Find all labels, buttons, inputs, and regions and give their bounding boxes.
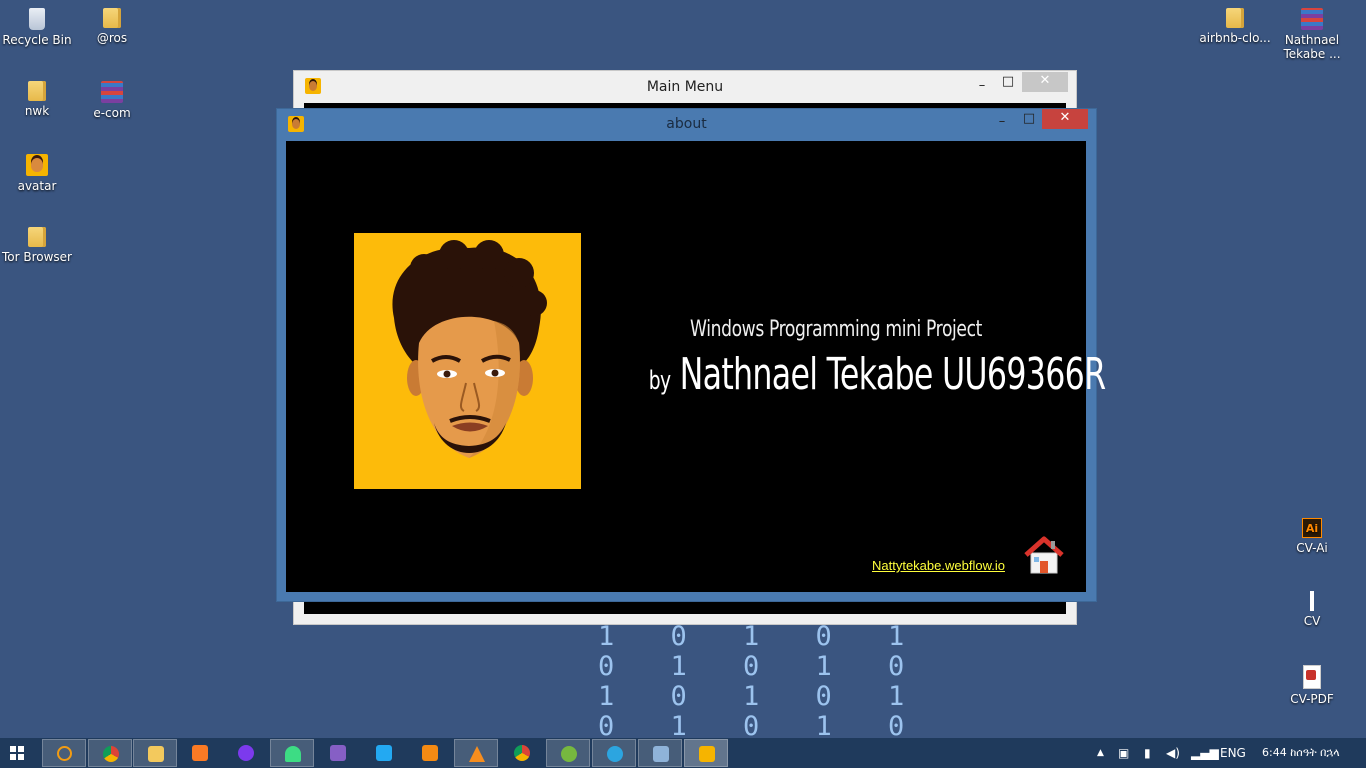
file-explorer-icon <box>148 746 164 762</box>
taskbar-visual-studio-icon[interactable] <box>316 739 360 767</box>
utorrent-icon <box>561 746 577 762</box>
vlc-icon <box>469 746 485 762</box>
desktop-icon-label: nwk <box>24 104 50 118</box>
desktop-icon-e-com[interactable]: e-com <box>76 81 148 120</box>
wallpaper-binary-pattern: 1 0 1 0 10 1 0 1 01 0 1 0 10 1 0 1 0 <box>598 621 925 742</box>
desktop-icon-tor-browser[interactable]: Tor Browser <box>1 227 73 264</box>
desktop-icon-label: Nathnael Tekabe ... <box>1283 33 1341 61</box>
signal-icon[interactable]: ▂▄▆ <box>1191 738 1219 768</box>
recycle-bin-icon <box>29 8 45 30</box>
main-menu-titlebar[interactable]: Main Menu – □ ✕ <box>294 71 1076 103</box>
about-content: Windows Programming mini Project by Nath… <box>286 141 1106 592</box>
desktop-icon-label: CV-Ai <box>1296 541 1328 555</box>
desktop-icon-label: @ros <box>96 31 128 45</box>
folder-icon <box>28 81 46 101</box>
volume-icon[interactable]: ◀) <box>1166 738 1180 768</box>
desktop-icon-cv[interactable]: CV <box>1276 591 1348 628</box>
maximize-button[interactable]: □ <box>994 73 1022 93</box>
taskbar-github-desktop-icon[interactable] <box>224 739 268 767</box>
avatar-app-icon <box>699 746 715 762</box>
taskbar-search-icon[interactable] <box>42 739 86 767</box>
taskbar-sublime-text-icon[interactable] <box>408 739 452 767</box>
sublime-text-icon <box>422 745 438 761</box>
desktop-icon-airbnb[interactable]: airbnb-clo... <box>1199 8 1271 45</box>
android-studio-icon <box>285 746 301 762</box>
author-portrait-illustration <box>354 233 581 489</box>
desktop-icon-recycle-bin[interactable]: Recycle Bin <box>1 8 73 47</box>
folder-icon <box>28 227 46 247</box>
maximize-button[interactable]: □ <box>1015 110 1043 130</box>
document-icon <box>1310 591 1314 611</box>
taskbar-vlc-icon[interactable] <box>454 739 498 767</box>
taskbar-android-studio-icon[interactable] <box>270 739 314 767</box>
taskbar-remote-desktop-icon[interactable] <box>638 739 682 767</box>
vscode-icon <box>376 745 392 761</box>
close-button[interactable]: ✕ <box>1042 109 1088 129</box>
app-avatar-icon <box>305 78 321 94</box>
taskbar: ▲ ▣ ▮ ◀) ▂▄▆ ENG 6:44 ከሰዓት በኋላ <box>0 738 1366 768</box>
taskbar-chrome-icon[interactable] <box>88 739 132 767</box>
author-line: by Nathnael Tekabe UU69366R <box>648 349 1106 400</box>
chrome-icon <box>514 745 530 761</box>
window-title: Main Menu <box>646 79 724 95</box>
about-window[interactable]: about – □ ✕ Windows Programming mini Pro… <box>276 108 1106 602</box>
about-titlebar[interactable]: about – □ ✕ <box>277 109 1096 140</box>
github-desktop-icon <box>238 745 254 761</box>
battery-icon[interactable]: ▮ <box>1144 738 1151 768</box>
winrar-archive-icon <box>101 81 123 103</box>
taskbar-telegram-icon[interactable] <box>592 739 636 767</box>
website-link[interactable]: Nattytekabe.webflow.io <box>872 558 1005 573</box>
author-name: Nathnael Tekabe UU69366R <box>679 349 1106 400</box>
desktop-icon-cv-pdf[interactable]: CV-PDF <box>1276 665 1348 706</box>
taskbar-xampp-icon[interactable] <box>178 739 222 767</box>
desktop-icon-cv-ai[interactable]: Ai CV-Ai <box>1276 518 1348 555</box>
by-label: by <box>648 366 671 396</box>
xampp-icon <box>192 745 208 761</box>
start-button[interactable] <box>10 746 24 760</box>
window-title: about <box>666 116 707 132</box>
pdf-file-icon <box>1303 665 1321 689</box>
taskbar-chrome-icon-2[interactable] <box>500 739 544 767</box>
minimize-button[interactable]: – <box>968 77 996 97</box>
folder-icon <box>103 8 121 28</box>
home-icon[interactable] <box>1024 535 1064 575</box>
desktop-icon-label: Recycle Bin <box>2 33 72 47</box>
clock[interactable]: 6:44 ከሰዓት በኋላ <box>1262 738 1340 768</box>
desktop-icon-label: airbnb-clo... <box>1199 31 1271 45</box>
desktop-icon-label: avatar <box>17 179 57 193</box>
show-hidden-icons-chevron-icon[interactable]: ▲ <box>1097 738 1104 768</box>
minimize-button[interactable]: – <box>988 113 1016 133</box>
desktop-icon-avatar[interactable]: avatar <box>1 154 73 193</box>
desktop-icon-nwk[interactable]: nwk <box>1 81 73 118</box>
app-avatar-icon <box>288 116 304 132</box>
chrome-icon <box>103 746 119 762</box>
folder-icon <box>1226 8 1244 28</box>
network-icon[interactable]: ▣ <box>1118 738 1129 768</box>
desktop-icon-ros[interactable]: @ros <box>76 8 148 45</box>
taskbar-utorrent-icon[interactable] <box>546 739 590 767</box>
visual-studio-icon <box>330 745 346 761</box>
winrar-archive-icon <box>1301 8 1323 30</box>
taskbar-vscode-icon[interactable] <box>362 739 406 767</box>
telegram-icon <box>607 746 623 762</box>
desktop-icon-label: CV-PDF <box>1290 692 1334 706</box>
desktop-icon-nathnael-archive[interactable]: Nathnael Tekabe ... <box>1276 8 1348 61</box>
desktop-icon-label: CV <box>1303 614 1321 628</box>
avatar-image-icon <box>26 154 48 176</box>
project-heading: Windows Programming mini Project <box>690 317 982 342</box>
taskbar-file-explorer-icon[interactable] <box>133 739 177 767</box>
remote-desktop-icon <box>653 746 669 762</box>
illustrator-file-icon: Ai <box>1302 518 1322 538</box>
search-icon <box>57 746 72 761</box>
language-indicator[interactable]: ENG <box>1220 738 1246 768</box>
desktop-icon-label: e-com <box>93 106 131 120</box>
taskbar-avatar-app-icon[interactable] <box>684 739 728 767</box>
desktop-icon-label: Tor Browser <box>1 250 72 264</box>
close-button[interactable]: ✕ <box>1022 72 1068 92</box>
